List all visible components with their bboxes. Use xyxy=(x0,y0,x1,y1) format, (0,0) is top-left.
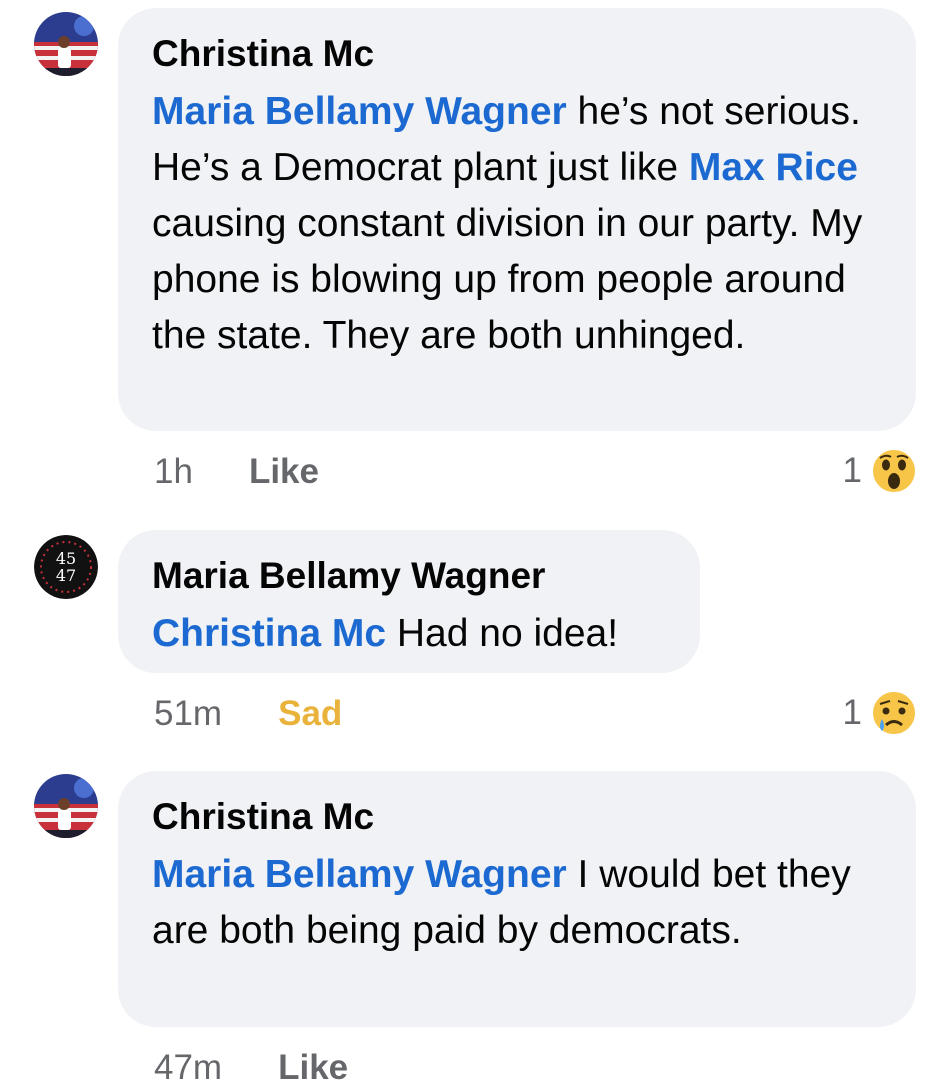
mention-link[interactable]: Max Rice xyxy=(689,146,858,189)
comment-text: Christina Mc Had no idea! xyxy=(152,612,619,655)
comment-meta: 51m Sad xyxy=(154,694,342,734)
comment-bubble: Maria Bellamy Wagner Christina Mc Had no… xyxy=(118,530,700,673)
avatar[interactable]: 45 47 xyxy=(34,535,98,599)
like-button[interactable]: Like xyxy=(278,1048,348,1087)
avatar[interactable] xyxy=(34,774,98,838)
comment-meta: 1h Like xyxy=(154,452,319,492)
timestamp[interactable]: 47m xyxy=(154,1048,222,1087)
user-photo-icon xyxy=(34,774,98,838)
wow-reaction-icon xyxy=(871,448,917,494)
timestamp[interactable]: 1h xyxy=(154,452,193,491)
sad-reaction-icon xyxy=(871,690,917,736)
mention-link[interactable]: Christina Mc xyxy=(152,612,386,655)
comment-text: Maria Bellamy Wagner he’s not serious. H… xyxy=(152,90,863,357)
comment-author[interactable]: Christina Mc xyxy=(152,30,884,78)
sad-reaction-button[interactable]: Sad xyxy=(278,694,342,733)
reaction-count: 1 xyxy=(842,451,862,490)
svg-text:47: 47 xyxy=(56,566,76,585)
mention-link[interactable]: Maria Bellamy Wagner xyxy=(152,90,567,133)
reaction-summary[interactable]: 1 xyxy=(843,689,918,737)
like-button[interactable]: Like xyxy=(249,452,319,491)
mention-link[interactable]: Maria Bellamy Wagner xyxy=(152,853,567,896)
user-photo-icon xyxy=(34,12,98,76)
reaction-count: 1 xyxy=(842,693,862,732)
avatar[interactable] xyxy=(34,12,98,76)
comment-bubble: Christina Mc Maria Bellamy Wagner he’s n… xyxy=(118,8,916,431)
user-badge-icon: 45 47 xyxy=(34,535,98,599)
comment-bubble: Christina Mc Maria Bellamy Wagner I woul… xyxy=(118,771,916,1027)
timestamp[interactable]: 51m xyxy=(154,694,222,733)
comment-text: Maria Bellamy Wagner I would bet they ar… xyxy=(152,853,851,952)
comment-author[interactable]: Christina Mc xyxy=(152,793,884,841)
comment-meta: 47m Like xyxy=(154,1048,348,1088)
reaction-summary[interactable]: 1 xyxy=(843,447,918,495)
comment-author[interactable]: Maria Bellamy Wagner xyxy=(152,552,668,600)
